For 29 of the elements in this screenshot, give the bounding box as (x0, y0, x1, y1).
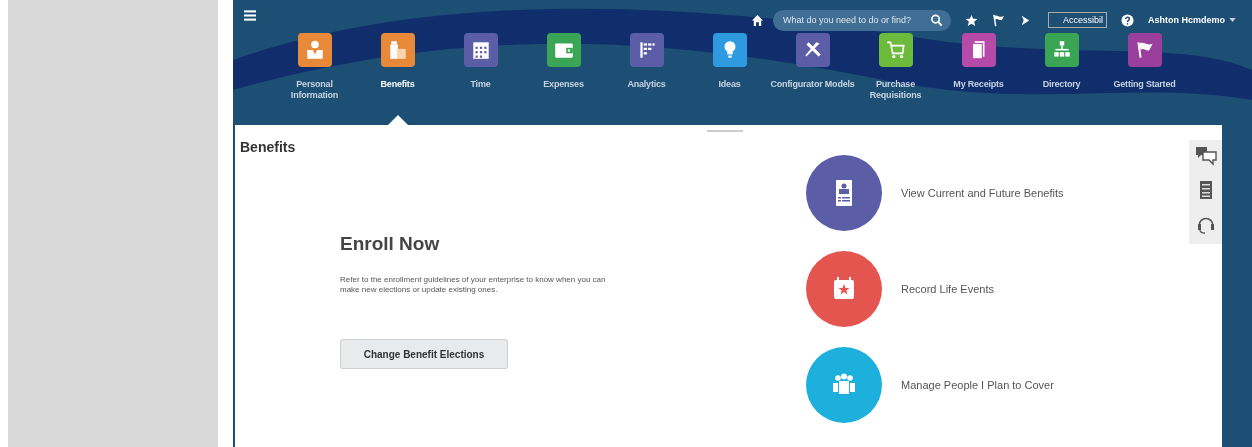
flag-icon[interactable] (991, 13, 1005, 27)
app-tile[interactable]: My Receipts (937, 33, 1020, 125)
app-tile[interactable]: Purchase Requisitions (854, 33, 937, 125)
app-tile[interactable]: Configurator Models (771, 33, 854, 125)
app-tile[interactable]: Ideas (688, 33, 771, 125)
user-menu[interactable]: Ashton Hcmdemo (1148, 15, 1236, 25)
section-heading: Enroll Now (340, 233, 441, 255)
caret-icon (1229, 18, 1236, 22)
app-tile[interactable]: Getting Started (1103, 33, 1186, 125)
menu-icon[interactable] (244, 10, 256, 21)
star-icon[interactable] (964, 13, 978, 27)
app-tile[interactable]: Personal Information (273, 33, 356, 125)
app-tile[interactable]: Directory (1020, 33, 1103, 125)
page-title: Benefits (240, 139, 297, 155)
change-elections-button[interactable]: Change Benefit Elections (340, 339, 508, 369)
help-icon[interactable] (1121, 13, 1134, 27)
chat-icon[interactable] (1194, 146, 1217, 166)
action-link[interactable]: Record Life Events (901, 283, 994, 295)
action-link[interactable]: Manage People I Plan to Cover (901, 379, 1054, 391)
app-tile[interactable]: Analytics (605, 33, 688, 125)
search-icon[interactable] (929, 13, 943, 27)
app-tile[interactable]: Time (439, 33, 522, 125)
app-tile[interactable]: Expenses (522, 33, 605, 125)
action-link[interactable]: View Current and Future Benefits (901, 187, 1064, 199)
description-text: Refer to the enrollment guidelines of your enterprise to know when you can make new elections or update existing ones. (340, 275, 607, 295)
drag-handle[interactable] (707, 130, 743, 132)
accessibility-image[interactable]: Accessibil (1047, 12, 1107, 28)
home-icon[interactable] (750, 13, 764, 27)
app-tile[interactable]: Benefits (356, 33, 439, 125)
